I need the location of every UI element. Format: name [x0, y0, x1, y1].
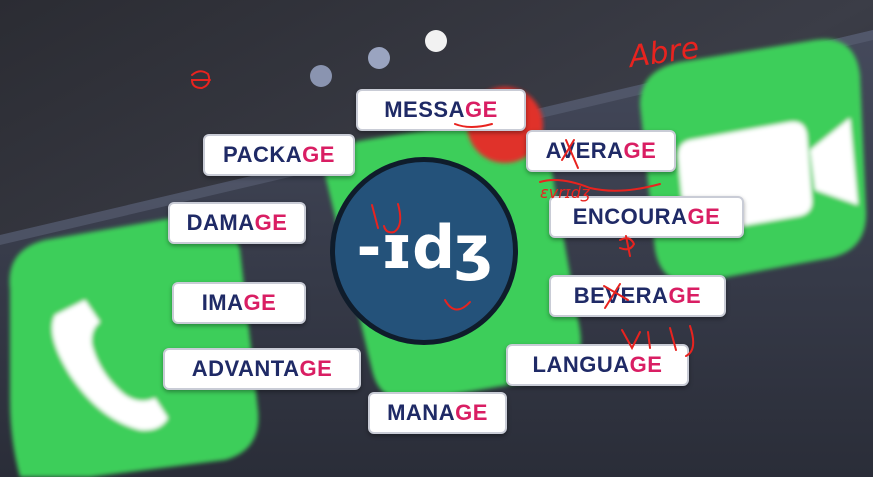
- word-card-encourage: ENCOURA GE: [549, 196, 744, 238]
- word-card-message: MESSA GE: [356, 89, 526, 131]
- word-card-beverage: BEVERA GE: [549, 275, 726, 317]
- word-card-manage: MANA GE: [368, 392, 507, 434]
- ipa-symbol: -ɪdʒ: [356, 213, 492, 283]
- word-card-advantage: ADVANTA GE: [163, 348, 361, 390]
- page-dot-active: [425, 30, 447, 52]
- page-dot: [310, 65, 332, 87]
- word-card-package: PACKA GE: [203, 134, 355, 176]
- phone-icon: [9, 214, 259, 477]
- word-card-image: IMA GE: [172, 282, 306, 324]
- word-card-language: LANGUA GE: [506, 344, 689, 386]
- page-dot: [368, 47, 390, 69]
- word-card-average: AVERA GE: [526, 130, 676, 172]
- word-card-damage: DAMA GE: [168, 202, 306, 244]
- ipa-logo-badge: -ɪdʒ: [330, 157, 518, 345]
